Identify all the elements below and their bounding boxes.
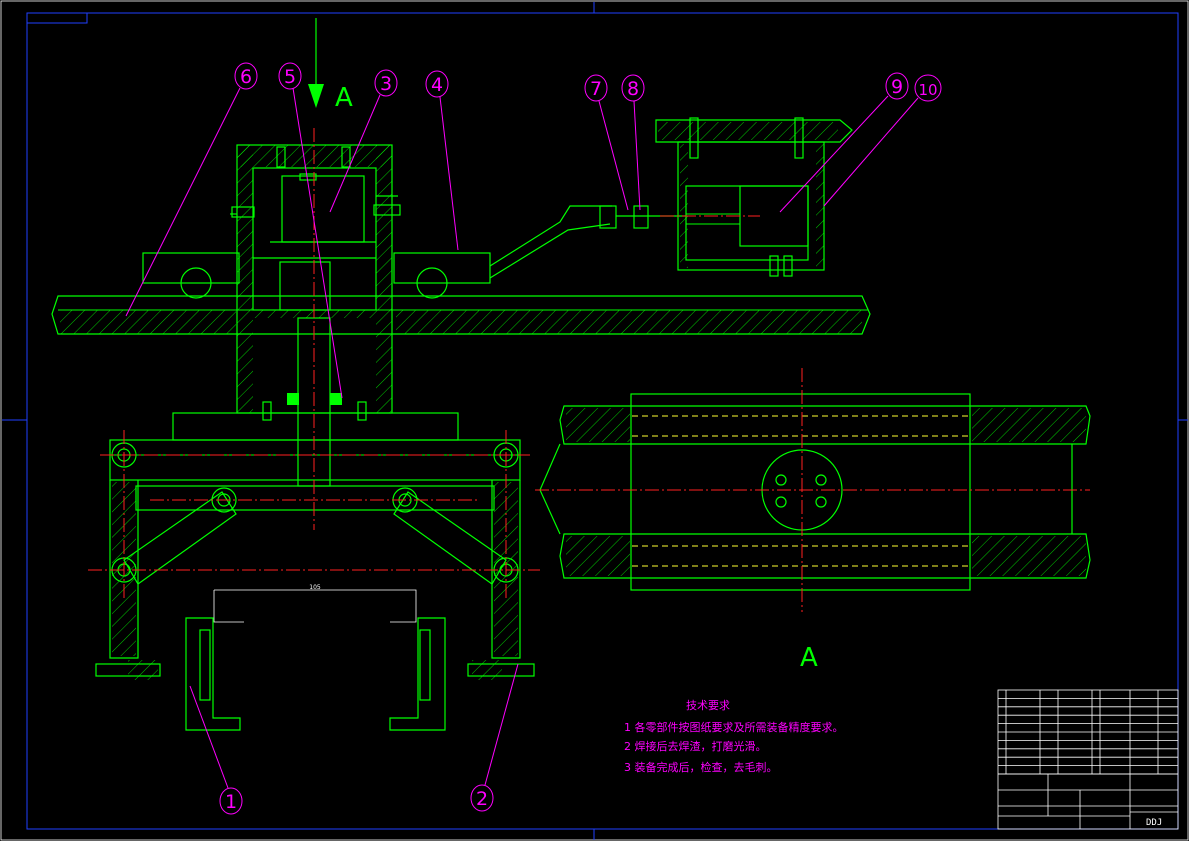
balloon-1: 1 [225, 791, 237, 813]
balloon-9: 9 [891, 76, 903, 98]
note-item-2: 2 焊接后去焊渣，打磨光滑。 [624, 739, 767, 753]
carriage-housing [230, 144, 401, 414]
section-view-a: A [535, 368, 1091, 673]
balloon-3: 3 [380, 73, 392, 95]
notes-title: 技术要求 [686, 699, 730, 712]
balloon-8: 8 [627, 78, 639, 100]
view-label-top: A [335, 83, 353, 113]
title-block: DDJ [997, 689, 1179, 830]
note-item-1: 1 各零部件按图纸要求及所需装备精度要求。 [624, 720, 844, 734]
view-label-section: A [800, 643, 818, 673]
view-arrow-a: A [308, 18, 353, 113]
mechanical-assembly-drawing: 105 A A 6 5 3 4 7 8 9 10 1 2 技术要求 1 各零部件… [0, 0, 1189, 841]
rail-beam [51, 295, 871, 335]
note-item-3: 3 装备完成后，检查，去毛刺。 [624, 760, 778, 774]
balloon-2: 2 [476, 788, 488, 810]
balloon-7: 7 [590, 78, 602, 100]
centerlines [88, 128, 760, 600]
balloon-10: 10 [918, 81, 937, 99]
balloon-5: 5 [284, 66, 296, 88]
technical-requirements: 技术要求 1 各零部件按图纸要求及所需装备精度要求。 2 焊接后去焊渣，打磨光滑… [624, 699, 844, 774]
jaw-span-dimension: 105 [309, 584, 321, 591]
gripper-jaws: 105 [185, 584, 446, 731]
vertical-column [172, 317, 459, 487]
drive-cylinder-housing [599, 117, 853, 277]
gripper-linkage [95, 439, 535, 680]
balloon-4: 4 [431, 74, 443, 96]
drawing-code: DDJ [1146, 818, 1162, 828]
balloon-6: 6 [240, 66, 252, 88]
